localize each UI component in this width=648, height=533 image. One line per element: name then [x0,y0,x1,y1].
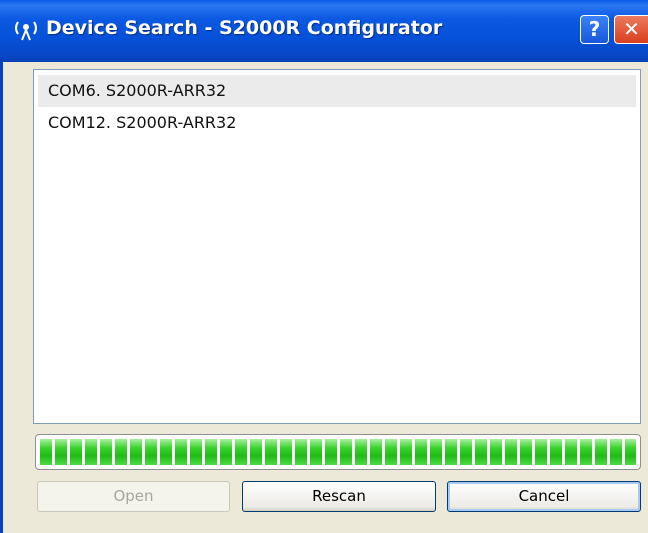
close-button[interactable]: ✕ [614,15,648,44]
scan-progress-bar [35,434,641,470]
open-button[interactable]: Open [37,481,230,512]
device-list[interactable]: COM6. S2000R-ARR32 COM12. S2000R-ARR32 [33,69,641,424]
progress-fill [40,439,636,465]
help-button[interactable]: ? [580,15,609,44]
title-bar[interactable]: Device Search - S2000R Configurator ? ✕ [0,0,648,62]
window-title: Device Search - S2000R Configurator [46,17,443,39]
device-search-window: Device Search - S2000R Configurator ? ✕ … [0,0,648,533]
list-item-com6[interactable]: COM6. S2000R-ARR32 [38,75,636,107]
list-item-com12[interactable]: COM12. S2000R-ARR32 [38,107,636,139]
cancel-button[interactable]: Cancel [447,481,641,512]
antenna-icon [12,18,40,42]
rescan-button[interactable]: Rescan [242,481,436,512]
